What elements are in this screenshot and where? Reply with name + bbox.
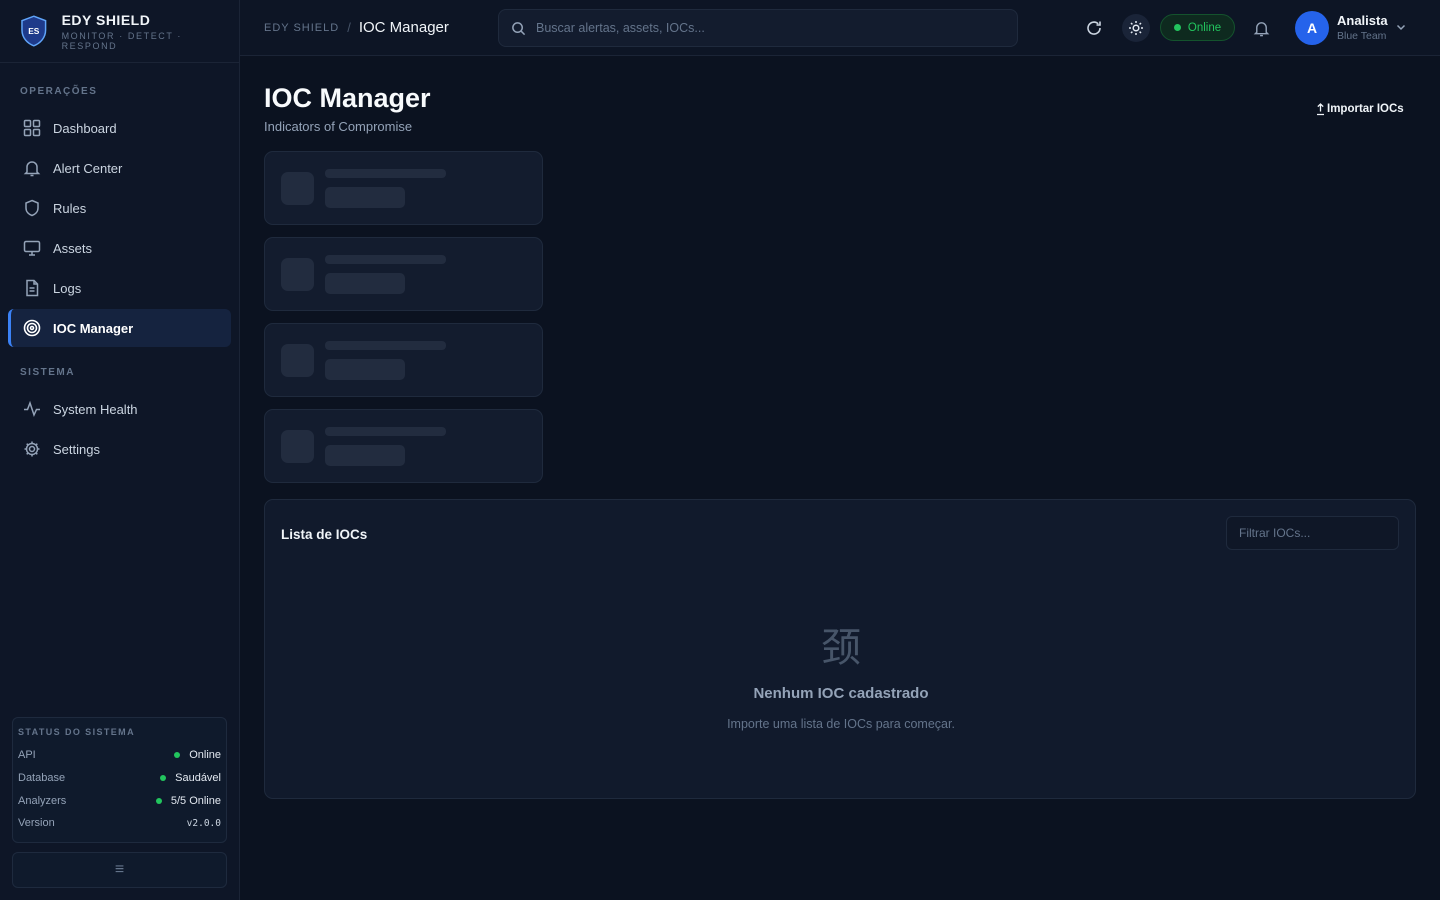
chevron-down-icon[interactable] — [1395, 21, 1407, 33]
sidebar-item-label: Logs — [53, 280, 82, 296]
status-dot — [174, 752, 181, 759]
skeleton-value — [325, 187, 405, 208]
sidebar-item-label: IOC Manager — [53, 320, 134, 336]
stat-card-skeleton — [264, 151, 543, 225]
connection-status-badge: Online — [1160, 14, 1235, 41]
status-row-analyzers: Analyzers 5/5 Online — [18, 789, 221, 812]
status-label: Analyzers — [18, 794, 67, 807]
empty-state-message: Importe uma lista de IOCs para começar. — [727, 717, 955, 731]
activity-icon — [22, 399, 42, 419]
target-icon — [22, 318, 42, 338]
status-value: 5/5 Online — [170, 794, 221, 807]
global-search — [498, 9, 1018, 47]
shield-logo-icon: ES — [21, 15, 47, 47]
status-row-version: Version v2.0.0 — [18, 812, 221, 835]
shield-icon — [22, 198, 42, 218]
refresh-icon — [1087, 21, 1101, 35]
user-role: Blue Team — [1337, 30, 1387, 42]
page-title: IOC Manager — [264, 83, 431, 113]
status-dot — [1173, 24, 1181, 31]
stat-card-skeleton — [264, 237, 543, 311]
skeleton-line — [325, 169, 446, 178]
empty-state-icon: 颈 — [821, 625, 861, 671]
skeleton-line — [325, 341, 446, 350]
stat-card-skeleton — [264, 409, 543, 483]
status-dot — [155, 797, 162, 804]
breadcrumb-separator: / — [347, 20, 351, 35]
logo-text: ES — [28, 26, 40, 36]
status-label: API — [18, 749, 36, 762]
ioc-list-panel: Lista de IOCs 颈 Nenhum IOC cadastrado Im… — [264, 499, 1416, 799]
status-label: Database — [18, 772, 66, 785]
search-input[interactable] — [536, 21, 996, 35]
skeleton-icon — [281, 344, 314, 377]
skeleton-value — [325, 445, 405, 466]
status-text: Online — [1187, 21, 1222, 34]
grid-icon — [22, 118, 42, 138]
sidebar-item-logs[interactable]: Logs — [8, 269, 231, 307]
status-title: STATUS DO SISTEMA — [18, 727, 135, 737]
avatar[interactable]: A — [1295, 11, 1329, 45]
sidebar-item-ioc-manager[interactable]: IOC Manager — [8, 309, 231, 347]
skeleton-icon — [281, 172, 314, 205]
monitor-icon — [22, 238, 42, 258]
status-value: Saudável — [175, 772, 221, 785]
brand[interactable]: ES EDY SHIELD MONITOR · DETECT · RESPOND — [0, 0, 239, 63]
bell-icon — [1253, 21, 1269, 36]
status-row-database: Database Saudável — [18, 767, 221, 790]
sidebar-item-alert-center[interactable]: Alert Center — [8, 149, 231, 187]
breadcrumb-current: IOC Manager — [358, 19, 449, 36]
nav-section-system: SISTEMA — [20, 367, 75, 378]
breadcrumb-root[interactable]: EDY SHIELD — [264, 22, 339, 34]
status-label: Version — [18, 817, 55, 830]
sidebar-item-label: Assets — [53, 240, 93, 256]
notifications-button[interactable] — [1247, 14, 1275, 42]
sidebar-item-rules[interactable]: Rules — [8, 189, 231, 227]
bell-icon — [22, 158, 42, 178]
skeleton-icon — [281, 258, 314, 291]
file-icon — [22, 278, 42, 298]
menu-icon: ≡ — [114, 861, 125, 878]
sidebar-item-label: Rules — [53, 200, 87, 216]
skeleton-icon — [281, 430, 314, 463]
top-header: EDY SHIELD / IOC Manager Online A Analis… — [240, 0, 1440, 56]
brand-tagline: MONITOR · DETECT · RESPOND — [61, 30, 183, 51]
status-dot — [160, 775, 167, 782]
skeleton-value — [325, 359, 405, 380]
sidebar-collapse-button[interactable]: ≡ — [12, 852, 227, 888]
sidebar-item-label: Settings — [53, 441, 100, 457]
sidebar-item-label: System Health — [53, 401, 138, 417]
skeleton-line — [325, 427, 446, 436]
sidebar-item-dashboard[interactable]: Dashboard — [8, 109, 231, 147]
skeleton-line — [325, 255, 446, 264]
ioc-list-title: Lista de IOCs — [281, 527, 368, 542]
search-icon — [512, 21, 526, 35]
brand-name: EDY SHIELD — [61, 11, 151, 28]
skeleton-value — [325, 273, 405, 294]
version-value: v2.0.0 — [186, 817, 221, 829]
refresh-button[interactable] — [1080, 14, 1108, 42]
filter-iocs-input[interactable] — [1226, 516, 1399, 550]
sun-icon — [1129, 21, 1143, 35]
gear-icon — [22, 439, 42, 459]
system-status-panel: STATUS DO SISTEMA API Online Database Sa… — [12, 717, 227, 843]
nav-section-operations: OPERAÇÕES — [20, 86, 98, 97]
page-subtitle: Indicators of Compromise — [264, 119, 413, 134]
empty-state-title: Nenhum IOC cadastrado — [753, 685, 929, 702]
stat-card-skeleton — [264, 323, 543, 397]
import-iocs-button[interactable]: Importar IOCs — [1316, 100, 1404, 118]
sidebar-item-system-health[interactable]: System Health — [8, 390, 231, 428]
theme-toggle-button[interactable] — [1122, 14, 1150, 42]
user-name[interactable]: Analista — [1337, 13, 1388, 28]
sidebar-item-settings[interactable]: Settings — [8, 430, 231, 468]
breadcrumb: EDY SHIELD / IOC Manager — [264, 19, 449, 36]
sidebar: ES EDY SHIELD MONITOR · DETECT · RESPOND… — [0, 0, 240, 900]
sidebar-item-assets[interactable]: Assets — [8, 229, 231, 267]
sidebar-item-label: Dashboard — [53, 120, 117, 136]
status-row-api: API Online — [18, 744, 221, 767]
status-value: Online — [189, 749, 221, 762]
sidebar-item-label: Alert Center — [53, 160, 123, 176]
upload-icon — [1317, 102, 1324, 115]
import-label: Importar IOCs — [1327, 103, 1404, 115]
